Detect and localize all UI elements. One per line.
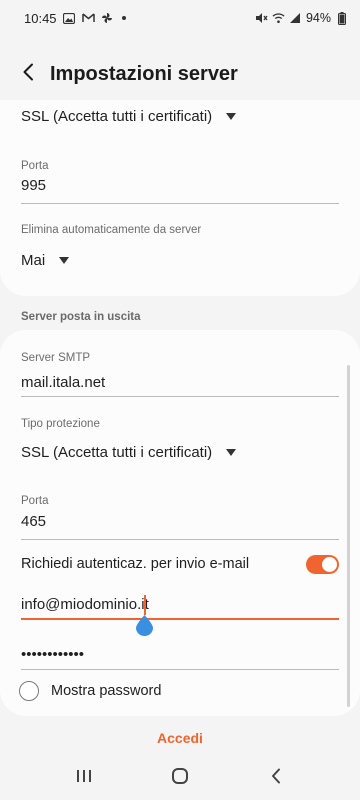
show-password-label: Mostra password (51, 683, 162, 699)
outgoing-port-input[interactable] (21, 513, 321, 530)
signin-button[interactable]: Accedi (0, 722, 360, 754)
security-type-label: Tipo protezione (21, 418, 100, 430)
chevron-down-icon (226, 113, 237, 120)
battery-icon (335, 11, 348, 25)
username-underline (21, 618, 339, 620)
page-title: Impostazioni server (50, 62, 238, 85)
text-cursor (144, 595, 146, 615)
recent-apps-icon (76, 769, 92, 788)
outgoing-security-value: SSL (Accetta tutti i certificati) (21, 444, 213, 461)
password-input[interactable] (21, 646, 321, 663)
nav-back-button[interactable] (254, 756, 298, 800)
incoming-port-underline (21, 203, 339, 204)
outgoing-security-dropdown[interactable]: SSL (Accetta tutti i certificati) (21, 444, 237, 461)
mute-icon (255, 12, 268, 25)
status-bar: 10:45 94% (0, 0, 360, 36)
text-selection-handle[interactable] (136, 615, 153, 636)
status-time: 10:45 (24, 10, 57, 26)
outgoing-port-underline (21, 539, 339, 540)
smtp-server-label: Server SMTP (21, 352, 91, 364)
pinwheel-icon (101, 12, 114, 25)
show-password-checkbox[interactable] (19, 681, 39, 701)
back-arrow-icon (22, 63, 34, 86)
back-icon (270, 768, 282, 789)
username-input[interactable] (21, 596, 321, 613)
incoming-security-value: SSL (Accetta tutti i certificati) (21, 108, 213, 125)
gmail-icon (81, 12, 95, 25)
chevron-down-icon (59, 257, 70, 264)
wifi-icon (272, 12, 285, 25)
home-icon (171, 767, 189, 790)
recent-apps-button[interactable] (62, 756, 106, 800)
delete-from-server-label: Elimina automaticamente da server (21, 224, 202, 236)
outgoing-section-title: Server posta in uscita (21, 311, 141, 323)
dot-icon (121, 16, 126, 20)
toggle-knob (322, 556, 337, 572)
delete-from-server-dropdown[interactable]: Mai (21, 252, 70, 269)
signal-icon (289, 12, 302, 25)
smtp-server-underline (21, 396, 339, 397)
incoming-port-input[interactable] (21, 177, 321, 194)
status-left: 10:45 (24, 11, 126, 26)
battery-text: 94% (305, 11, 331, 25)
incoming-port-label: Porta (21, 160, 49, 172)
auth-required-label: Richiedi autenticaz. per invio e-mail (21, 556, 250, 572)
app-header: Impostazioni server (0, 54, 360, 94)
auth-required-toggle[interactable] (306, 554, 339, 574)
outgoing-port-label: Porta (21, 495, 49, 507)
gallery-icon (63, 12, 76, 25)
chevron-down-icon (226, 449, 237, 456)
home-button[interactable] (158, 756, 202, 800)
scrollbar[interactable] (347, 365, 350, 707)
status-right: 94% (255, 11, 348, 25)
back-button[interactable] (6, 54, 50, 94)
incoming-security-dropdown[interactable]: SSL (Accetta tutti i certificati) (21, 108, 237, 125)
auth-required-row: Richiedi autenticaz. per invio e-mail (21, 552, 339, 576)
show-password-row[interactable]: Mostra password (19, 681, 161, 701)
smtp-server-input[interactable] (21, 374, 321, 391)
delete-from-server-value: Mai (21, 252, 46, 269)
password-underline (21, 669, 339, 670)
system-nav-bar (0, 756, 360, 800)
